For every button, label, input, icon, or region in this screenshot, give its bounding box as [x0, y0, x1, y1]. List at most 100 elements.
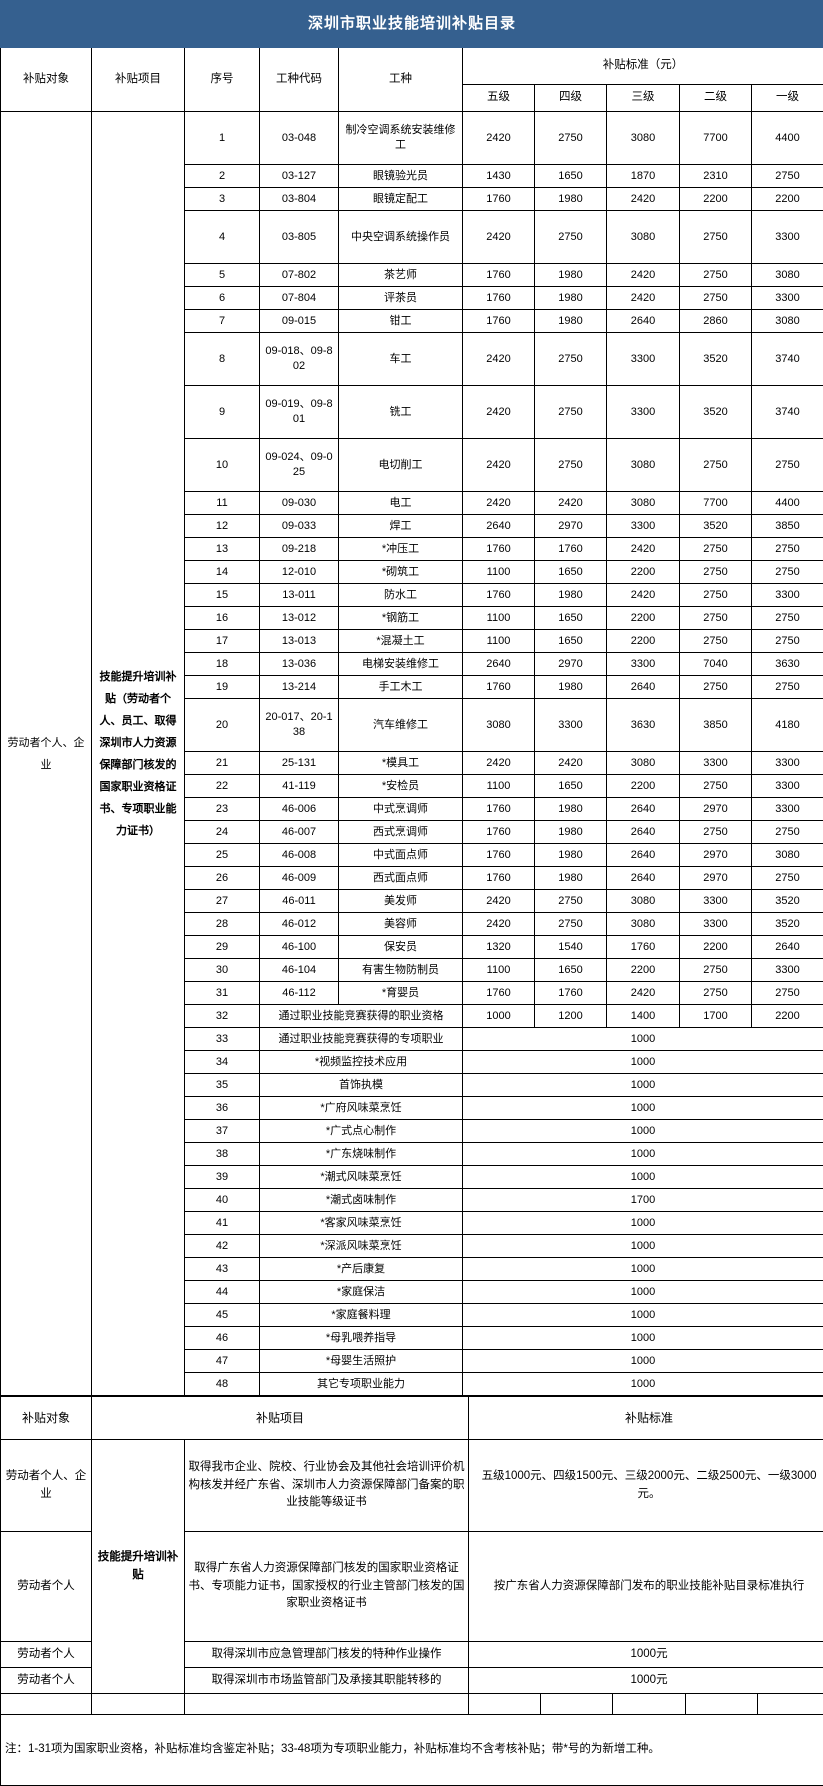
row-amount-level-5: 2420 [463, 211, 535, 264]
row-trade: 通过职业技能竞赛获得的专项职业 [260, 1028, 463, 1051]
row-trade: *母婴生活照护 [260, 1350, 463, 1373]
row-index: 43 [185, 1258, 260, 1281]
row-amount-level-3: 2640 [607, 798, 680, 821]
row-amount-level-5: 1760 [463, 310, 535, 333]
row-code: 13-011 [260, 584, 339, 607]
row-amount-level-5: 1100 [463, 607, 535, 630]
row-amount-level-2: 2200 [680, 188, 752, 211]
row-amount-level-3: 3300 [607, 653, 680, 676]
row-amount-level-3: 2200 [607, 630, 680, 653]
footer-note: 注：1-31项为国家职业资格，补贴标准均含鉴定补贴；33-48项为专项职业能力，… [1, 1715, 823, 1786]
row-amount-level-5: 1000 [463, 1005, 535, 1028]
secondary-subsidy-table: 补贴对象补贴项目补贴标准劳动者个人、企业技能提升培训补贴取得我市企业、院校、行业… [0, 1396, 823, 1786]
row-trade: *广式点心制作 [260, 1120, 463, 1143]
row-trade: *模具工 [339, 752, 463, 775]
section2-header-row: 补贴对象补贴项目补贴标准 [1, 1397, 823, 1440]
row-standard: 1000元 [469, 1668, 823, 1694]
row-trade: *育婴员 [339, 982, 463, 1005]
row-trade: *母乳喂养指导 [260, 1327, 463, 1350]
row-amount-level-4: 2750 [535, 890, 607, 913]
row-trade: *客家风味菜烹饪 [260, 1212, 463, 1235]
row-amount-level-3: 1760 [607, 936, 680, 959]
row-trade: *视频监控技术应用 [260, 1051, 463, 1074]
row-code: 07-802 [260, 264, 339, 287]
row-code: 13-036 [260, 653, 339, 676]
blank-cell [613, 1694, 686, 1715]
row-index: 10 [185, 439, 260, 492]
row-index: 33 [185, 1028, 260, 1051]
row-amount-level-3: 2200 [607, 561, 680, 584]
row-code: 13-013 [260, 630, 339, 653]
spreadsheet-sheet: 深圳市职业技能培训补贴目录 补贴对象 补贴项目 序号 工种代码 工种 补贴标准（… [0, 0, 823, 1786]
row-amount-level-1: 2750 [752, 630, 823, 653]
row-index: 1 [185, 112, 260, 165]
row-amount-merged: 1000 [463, 1212, 823, 1235]
col-header-object: 补贴对象 [1, 48, 92, 112]
row-amount-level-1: 2750 [752, 607, 823, 630]
row-amount-merged: 1000 [463, 1235, 823, 1258]
row-code: 46-007 [260, 821, 339, 844]
row-trade: *混凝土工 [339, 630, 463, 653]
row-amount-level-4: 1980 [535, 844, 607, 867]
row-amount-level-5: 2420 [463, 492, 535, 515]
row-amount-level-4: 1980 [535, 798, 607, 821]
row-amount-level-4: 1650 [535, 607, 607, 630]
row-amount-merged: 1000 [463, 1166, 823, 1189]
blank-cell [541, 1694, 613, 1715]
row-amount-level-4: 1650 [535, 775, 607, 798]
col-header-index: 序号 [185, 48, 260, 112]
row-amount-level-4: 2420 [535, 492, 607, 515]
row-amount-level-2: 2750 [680, 821, 752, 844]
row-code: 03-127 [260, 165, 339, 188]
row-index: 19 [185, 676, 260, 699]
row-amount-level-3: 3630 [607, 699, 680, 752]
row-amount-level-3: 2420 [607, 584, 680, 607]
row-index: 37 [185, 1120, 260, 1143]
row-amount-level-4: 1980 [535, 188, 607, 211]
row-index: 3 [185, 188, 260, 211]
row-amount-level-2: 3520 [680, 386, 752, 439]
row-amount-level-3: 3300 [607, 386, 680, 439]
row-trade: *潮式卤味制作 [260, 1189, 463, 1212]
row-amount-level-2: 2750 [680, 630, 752, 653]
page-title: 深圳市职业技能培训补贴目录 [1, 1, 823, 48]
row-amount-level-4: 1200 [535, 1005, 607, 1028]
row-amount-level-2: 2750 [680, 982, 752, 1005]
row-amount-level-2: 2750 [680, 775, 752, 798]
row-amount-level-3: 2420 [607, 188, 680, 211]
row-amount-level-5: 1100 [463, 775, 535, 798]
row-amount-merged: 1000 [463, 1120, 823, 1143]
title-row: 深圳市职业技能培训补贴目录 [1, 1, 823, 48]
row-amount-level-2: 2750 [680, 676, 752, 699]
row-amount-level-2: 3850 [680, 699, 752, 752]
row-amount-level-1: 3300 [752, 287, 823, 310]
row-amount-level-4: 1650 [535, 561, 607, 584]
row-amount-level-5: 2420 [463, 386, 535, 439]
col-header-program: 补贴项目 [92, 48, 185, 112]
row-amount-level-1: 3080 [752, 310, 823, 333]
row-amount-level-2: 7040 [680, 653, 752, 676]
row-object: 劳动者个人、企业 [1, 1440, 92, 1532]
row-amount-level-2: 3300 [680, 752, 752, 775]
row-amount-level-5: 1760 [463, 798, 535, 821]
row-amount-merged: 1000 [463, 1097, 823, 1120]
row-amount-level-4: 1760 [535, 538, 607, 561]
row-trade: *钢筋工 [339, 607, 463, 630]
row-amount-level-1: 3300 [752, 798, 823, 821]
row-amount-level-3: 2640 [607, 676, 680, 699]
row-program: 取得深圳市市场监管部门及承接其职能转移的 [185, 1668, 469, 1694]
row-amount-level-5: 1430 [463, 165, 535, 188]
row-index: 6 [185, 287, 260, 310]
row-program: 取得广东省人力资源保障部门核发的国家职业资格证书、专项能力证书，国家授权的行业主… [185, 1532, 469, 1642]
subsidy-catalog-table: 深圳市职业技能培训补贴目录 补贴对象 补贴项目 序号 工种代码 工种 补贴标准（… [0, 0, 823, 1396]
row-amount-level-3: 2420 [607, 982, 680, 1005]
row-trade: 汽车维修工 [339, 699, 463, 752]
row-amount-level-2: 2750 [680, 561, 752, 584]
row-code: 03-804 [260, 188, 339, 211]
row-code: 03-805 [260, 211, 339, 264]
row-amount-level-5: 3080 [463, 699, 535, 752]
row-trade: 车工 [339, 333, 463, 386]
row-amount-level-2: 2750 [680, 607, 752, 630]
row-amount-level-4: 2970 [535, 515, 607, 538]
row-index: 38 [185, 1143, 260, 1166]
